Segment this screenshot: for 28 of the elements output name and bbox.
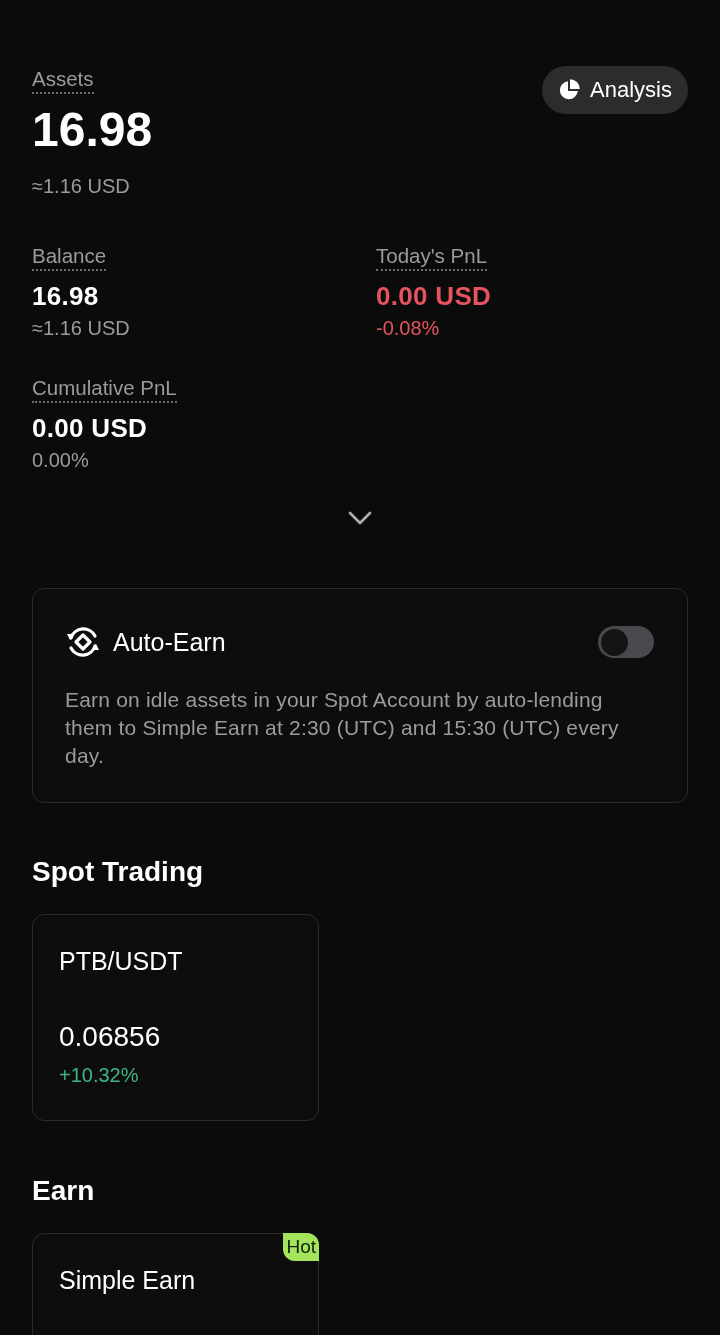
stat-label[interactable]: Cumulative PnL: [32, 377, 177, 403]
auto-earn-toggle[interactable]: [598, 626, 654, 658]
product-name: Simple Earn: [59, 1266, 196, 1294]
pie-chart-icon: [558, 79, 581, 101]
section-title: Earn: [32, 1175, 95, 1207]
stat-subvalue: ≈1.16 USD: [32, 317, 130, 339]
pair-price: 0.06856: [59, 1022, 161, 1052]
stat-label[interactable]: Balance: [32, 245, 107, 271]
auto-earn-description: Earn on idle assets in your Spot Account by auto-lending them to Simple Earn at 2:30 (UTC) and 15:30 (UTC) every day.: [65, 687, 620, 769]
stat-subvalue: -0.08%: [376, 317, 440, 339]
assets-label[interactable]: Assets: [32, 68, 94, 94]
section-title: Spot Trading: [32, 856, 204, 888]
trading-pair-card[interactable]: PTB/USDT 0.06856 +10.32%: [32, 914, 319, 1121]
pair-change: +10.32%: [59, 1064, 139, 1086]
hot-badge: Hot: [283, 1233, 319, 1261]
chevron-down-icon[interactable]: [348, 511, 372, 525]
stat-label[interactable]: Today's PnL: [376, 245, 488, 271]
stat-subvalue: 0.00%: [32, 449, 89, 471]
pair-symbol: PTB/USDT: [59, 947, 183, 975]
auto-earn-icon: [65, 625, 101, 659]
stat-value: 0.00 USD: [376, 282, 492, 310]
assets-value: 16.98: [32, 104, 153, 156]
stat-value: 0.00 USD: [32, 414, 148, 442]
assets-usd-value: ≈1.16 USD: [32, 175, 130, 197]
stat-value: 16.98: [32, 282, 99, 310]
analysis-button[interactable]: Analysis: [542, 66, 688, 114]
earn-product-card[interactable]: Simple Earn Hot: [32, 1233, 319, 1335]
auto-earn-title: Auto-Earn: [113, 628, 226, 656]
